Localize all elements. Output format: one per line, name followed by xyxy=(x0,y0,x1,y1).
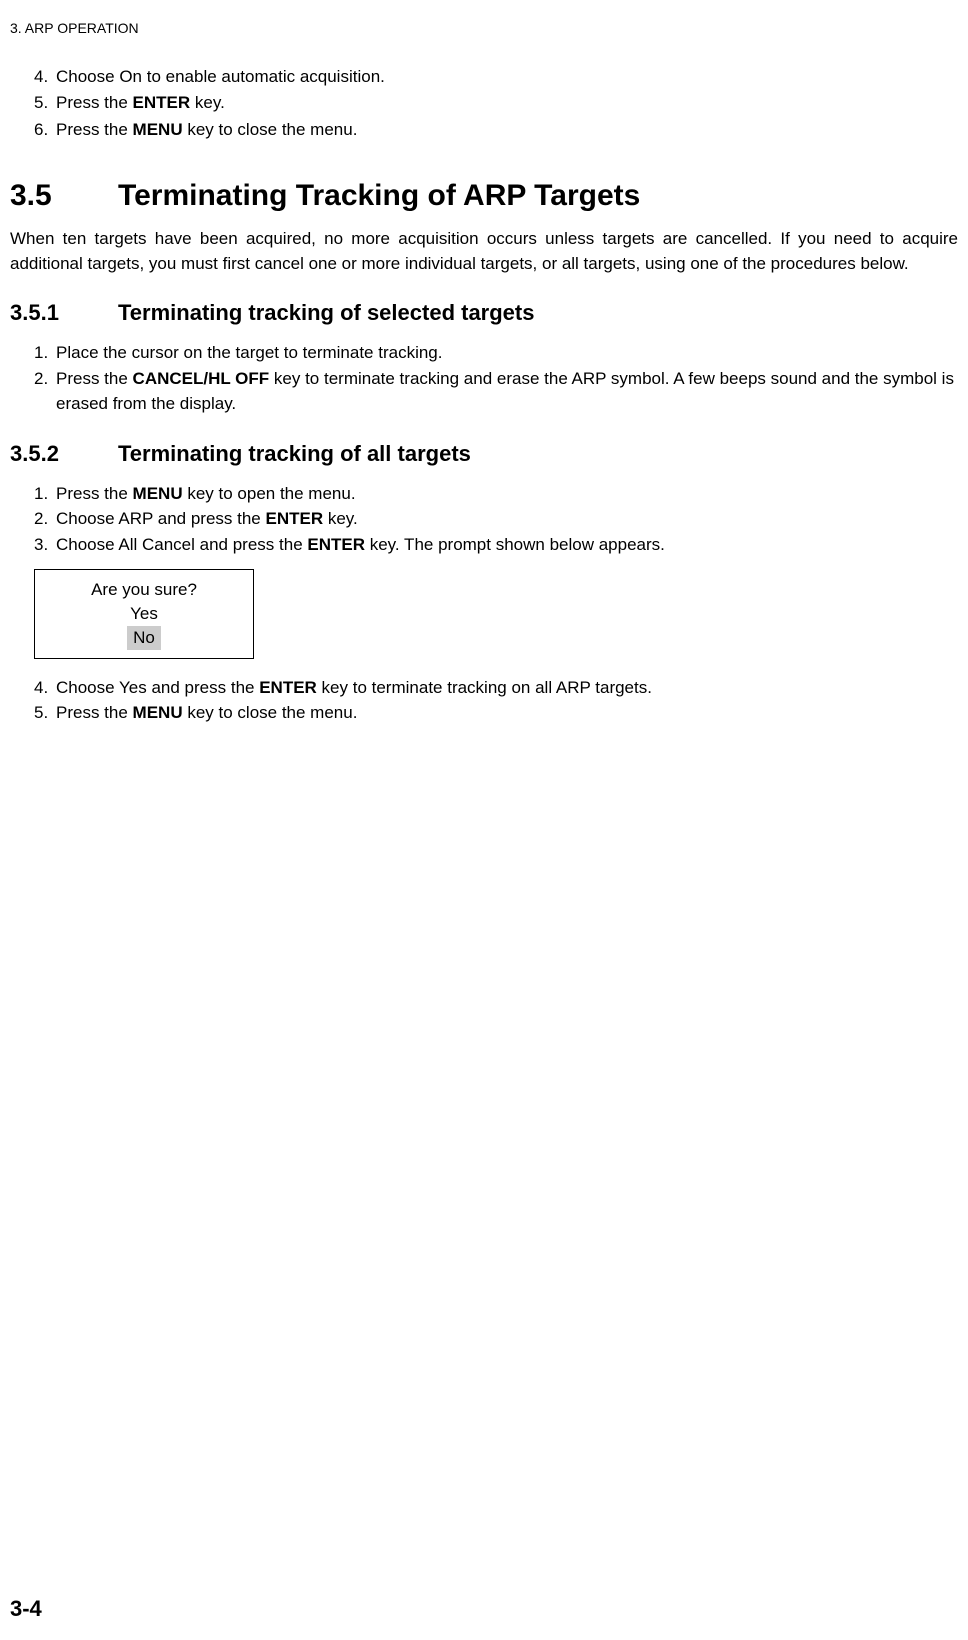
list-item: 4. Choose On to enable automatic acquisi… xyxy=(34,64,958,90)
step-text: Choose ARP and press the ENTER key. xyxy=(56,506,358,532)
step-number: 4. xyxy=(34,64,56,90)
step-text: Choose Yes and press the ENTER key to te… xyxy=(56,675,652,701)
confirm-prompt: Are you sure? Yes No xyxy=(34,569,254,658)
step-number: 2. xyxy=(34,506,56,532)
list-item: 2. Press the CANCEL/HL OFF key to termin… xyxy=(34,366,958,417)
step-text: Press the CANCEL/HL OFF key to terminate… xyxy=(56,366,958,417)
step-number: 5. xyxy=(34,700,56,726)
subsection-number: 3.5.1 xyxy=(10,300,118,326)
step-text: Choose All Cancel and press the ENTER ke… xyxy=(56,532,665,558)
subsection-heading: 3.5.1Terminating tracking of selected ta… xyxy=(10,300,958,326)
subsection-title-text: Terminating tracking of all targets xyxy=(118,441,471,466)
step-text: Choose On to enable automatic acquisitio… xyxy=(56,64,385,90)
list-item: 4. Choose Yes and press the ENTER key to… xyxy=(34,675,958,701)
step-number: 4. xyxy=(34,675,56,701)
step-number: 1. xyxy=(34,481,56,507)
step-text: Press the MENU key to close the menu. xyxy=(56,700,357,726)
step-number: 6. xyxy=(34,117,56,143)
section-intro: When ten targets have been acquired, no … xyxy=(10,227,958,276)
step-number: 1. xyxy=(34,340,56,366)
step-number: 5. xyxy=(34,90,56,116)
subsection-heading: 3.5.2Terminating tracking of all targets xyxy=(10,441,958,467)
subsection-steps: 4. Choose Yes and press the ENTER key to… xyxy=(34,675,958,726)
step-number: 2. xyxy=(34,366,56,417)
list-item: 3. Choose All Cancel and press the ENTER… xyxy=(34,532,958,558)
list-item: 5. Press the MENU key to close the menu. xyxy=(34,700,958,726)
section-title-text: Terminating Tracking of ARP Targets xyxy=(118,179,640,212)
step-text: Press the ENTER key. xyxy=(56,90,225,116)
prompt-yes: Yes xyxy=(35,602,253,626)
list-item: 1. Place the cursor on the target to ter… xyxy=(34,340,958,366)
prompt-question: Are you sure? xyxy=(35,578,253,602)
step-number: 3. xyxy=(34,532,56,558)
step-text: Press the MENU key to open the menu. xyxy=(56,481,356,507)
subsection-steps: 1. Press the MENU key to open the menu. … xyxy=(34,481,958,558)
step-text: Place the cursor on the target to termin… xyxy=(56,340,442,366)
list-item: 6. Press the MENU key to close the menu. xyxy=(34,117,958,143)
prompt-no: No xyxy=(127,626,161,650)
continued-steps: 4. Choose On to enable automatic acquisi… xyxy=(34,64,958,143)
section-number: 3.5 xyxy=(10,179,118,213)
subsection-number: 3.5.2 xyxy=(10,441,118,467)
list-item: 1. Press the MENU key to open the menu. xyxy=(34,481,958,507)
section-heading: 3.5Terminating Tracking of ARP Targets xyxy=(10,179,958,213)
step-text: Press the MENU key to close the menu. xyxy=(56,117,357,143)
subsection-steps: 1. Place the cursor on the target to ter… xyxy=(34,340,958,417)
subsection-title-text: Terminating tracking of selected targets xyxy=(118,300,534,325)
list-item: 2. Choose ARP and press the ENTER key. xyxy=(34,506,958,532)
page-number: 3-4 xyxy=(10,1596,42,1622)
list-item: 5. Press the ENTER key. xyxy=(34,90,958,116)
chapter-header: 3. ARP OPERATION xyxy=(10,20,958,36)
